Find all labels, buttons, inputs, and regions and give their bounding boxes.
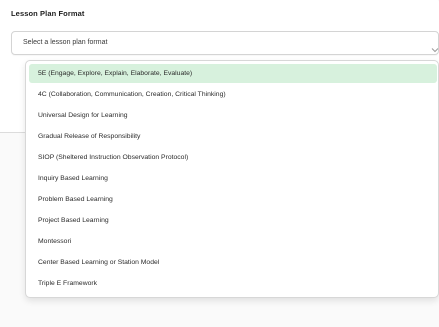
option-montessori[interactable]: Montessori (29, 232, 437, 251)
option-center-based[interactable]: Center Based Learning or Station Model (29, 253, 437, 272)
lesson-plan-format-label: Lesson Plan Format (11, 9, 85, 18)
lesson-plan-format-dropdown: 5E (Engage, Explore, Explain, Elaborate,… (25, 60, 439, 298)
option-5e[interactable]: 5E (Engage, Explore, Explain, Elaborate,… (29, 64, 437, 83)
option-universal-design[interactable]: Universal Design for Learning (29, 106, 437, 125)
option-4c[interactable]: 4C (Collaboration, Communication, Creati… (29, 85, 437, 104)
option-project-based[interactable]: Project Based Learning (29, 211, 437, 230)
option-gradual-release[interactable]: Gradual Release of Responsibility (29, 127, 437, 146)
option-inquiry-based[interactable]: Inquiry Based Learning (29, 169, 437, 188)
select-placeholder: Select a lesson plan format (23, 39, 108, 46)
chevron-down-icon (431, 40, 439, 53)
option-triple-e[interactable]: Triple E Framework (29, 274, 437, 293)
option-problem-based[interactable]: Problem Based Learning (29, 190, 437, 209)
lesson-plan-format-select[interactable]: Select a lesson plan format (11, 31, 439, 55)
option-siop[interactable]: SIOP (Sheltered Instruction Observation … (29, 148, 437, 167)
